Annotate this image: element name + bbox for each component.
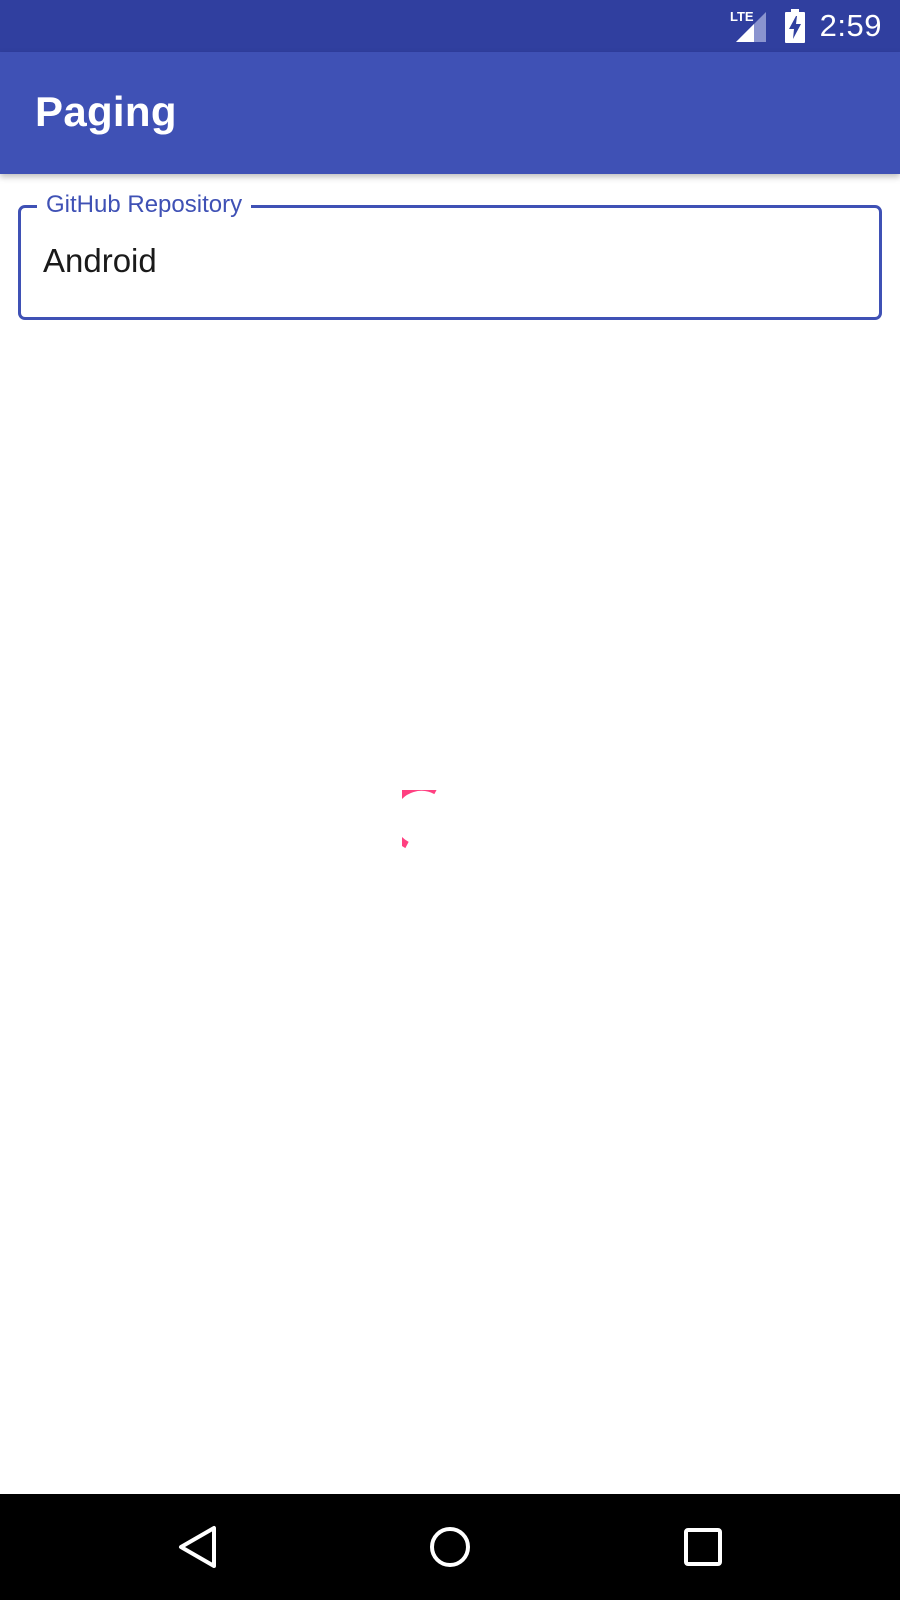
app-title: Paging	[35, 88, 177, 135]
home-button[interactable]	[420, 1517, 480, 1577]
status-icons: LTE 2:59	[730, 0, 882, 52]
repository-search-field[interactable]: GitHub Repository	[18, 190, 882, 320]
repository-search-label: GitHub Repository	[37, 190, 252, 220]
battery-charging-icon	[784, 9, 806, 43]
screen: LTE 2:59 Paging GitHub Repository	[0, 0, 900, 1600]
app-bar: Paging	[0, 52, 900, 174]
lte-signal-icon: LTE	[730, 8, 770, 44]
navigation-bar	[0, 1494, 900, 1600]
network-label: LTE	[730, 9, 754, 24]
back-icon	[176, 1524, 220, 1570]
back-button[interactable]	[168, 1517, 228, 1577]
status-time: 2:59	[819, 8, 882, 43]
status-bar: LTE 2:59	[0, 0, 900, 52]
home-icon	[427, 1524, 473, 1570]
repository-search-input[interactable]	[43, 236, 843, 286]
recents-button[interactable]	[673, 1517, 733, 1577]
recents-icon	[682, 1526, 724, 1568]
loading-spinner-icon	[387, 783, 462, 850]
